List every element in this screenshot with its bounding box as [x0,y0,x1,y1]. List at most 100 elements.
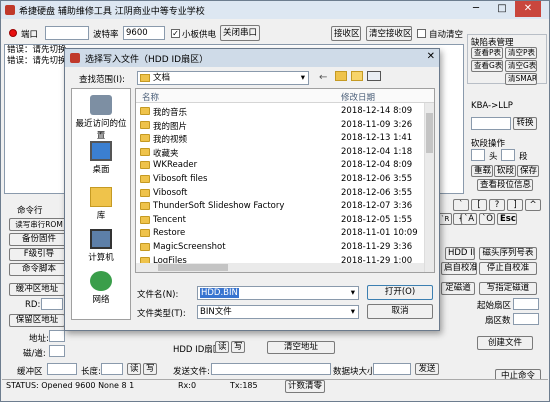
backup-firmware-button[interactable]: 备份固件 [9,233,69,246]
file-row[interactable]: 我的图片 2018-11-09 3:26 [136,119,426,133]
addr-input[interactable] [49,330,65,342]
key-close-bracket[interactable]: ] [507,199,523,211]
clear-p-table-button[interactable]: 清空P表 [505,47,537,59]
start-self-check-button[interactable]: 启自校准 [441,262,477,275]
place-desktop[interactable]: 桌面 [72,141,130,175]
place-library[interactable]: 库 [72,187,130,221]
filetype-select[interactable]: BIN文件 ▾ [197,305,359,319]
hdd-id-read-button[interactable]: 读 [215,341,229,353]
dialog-close-button[interactable]: ✕ [427,51,435,62]
rezero-button[interactable]: 重载 [471,165,493,177]
key-r[interactable]: `R [438,213,452,225]
recv-zone-button[interactable]: 接收区 [331,26,361,41]
places-bar: 最近访问的位置 桌面 库 计算机 网络 [71,88,131,320]
command-script-button[interactable]: 命令脚本 [9,263,69,276]
horizontal-scrollbar[interactable] [136,263,424,272]
file-row[interactable]: Vibosoft files 2018-12-06 3:55 [136,173,426,187]
folder-icon [140,147,150,156]
write-track-button[interactable]: 写指定磁道 [479,282,537,295]
buffer-addr-button[interactable]: 缓冲区地址 [9,283,65,296]
file-row[interactable]: WKReader 2018-12-04 8:09 [136,159,426,173]
hdd-id-write-button[interactable]: 写 [231,341,245,353]
file-row[interactable]: MagicScreenshot 2018-11-29 3:36 [136,241,426,255]
seg-input[interactable] [501,149,515,161]
set-track-button[interactable]: 定磁道 [441,282,475,295]
key-esc[interactable]: Esc [497,213,517,225]
maximize-button[interactable]: □ [489,1,515,17]
place-network[interactable]: 网络 [72,271,130,305]
file-row[interactable]: Tencent 2018-12-05 1:55 [136,214,426,228]
open-file-dialog: 选择写入文件（HDD ID扇区） ✕ 查找范围(I): 文档 ▾ ← 最近访问的… [64,48,440,331]
key-a[interactable]: `A [461,213,477,225]
view-seg-info-button[interactable]: 查看段位信息 [477,179,533,191]
close-button[interactable]: ✕ [515,1,541,17]
buffer-read-button[interactable]: 读 [127,363,141,375]
convert-button[interactable]: 转换 [513,117,537,130]
head-track-input[interactable] [49,345,65,357]
head-input[interactable] [471,149,485,161]
hdd-id-button[interactable]: HDD ID [445,247,475,260]
vertical-scrollbar[interactable] [424,103,434,272]
key-backtick[interactable]: ` [453,199,469,211]
buffer-write-button[interactable]: 写 [143,363,157,375]
col-date-header[interactable]: 修改日期 [341,91,375,103]
clear-recv-button[interactable]: 清空接收区 [366,26,412,41]
new-folder-icon[interactable] [351,71,363,81]
send-button[interactable]: 发送 [415,363,439,375]
key-caret[interactable]: ^ [525,199,541,211]
key-open-bracket[interactable]: [ [471,199,487,211]
clear-g-table-button[interactable]: 清空G表 [505,60,537,72]
place-computer[interactable]: 计算机 [72,229,130,263]
save-button[interactable]: 保存 [517,165,539,177]
clear-address-button[interactable]: 清空地址 [267,341,335,354]
title-bar: 希捷硬盘 辅助维修工具 江阴商业中等专业学校 ─ □ ✕ [1,1,549,19]
lba-input[interactable] [471,117,511,130]
lookin-select[interactable]: 文档 ▾ [137,71,309,85]
file-row[interactable]: 收藏夹 2018-12-04 1:18 [136,146,426,160]
rd-input[interactable] [41,298,63,310]
file-list[interactable]: 名称 修改日期 我的音乐 2018-12-14 8:09 我的图片 2018-11-… [135,88,435,273]
block-size-select[interactable] [373,363,411,375]
buffer-input[interactable] [47,363,77,375]
length-input[interactable] [101,363,123,375]
view-p-table-button[interactable]: 查看P表 [471,47,503,59]
file-row[interactable]: 我的音乐 2018-12-14 8:09 [136,105,426,119]
col-name-header[interactable]: 名称 [142,91,159,103]
keep-area-addr-button[interactable]: 保留区地址 [9,314,65,327]
open-button[interactable]: 打开(O) [367,285,433,300]
head-seq-table-button[interactable]: 磁头序列号表 [479,247,537,260]
sector-count-input[interactable] [513,313,539,325]
key-o[interactable]: `O [479,213,495,225]
view-g-table-button[interactable]: 查看G表 [471,60,503,72]
start-sector-input[interactable] [513,298,539,310]
f-guide-button[interactable]: F级引导 [9,248,69,261]
read-serial-rom-button[interactable]: 读写串行ROM [9,218,69,231]
soft-seg-button[interactable]: 砍段 [494,165,516,177]
file-row[interactable]: ThunderSoft Slideshow Factory 2018-12-07 … [136,200,426,214]
scroll-thumb[interactable] [426,113,433,153]
clear-smart-button[interactable]: 清SMART [505,73,537,85]
head-label: 头 [489,152,498,162]
up-folder-icon[interactable] [335,71,347,81]
close-port-button[interactable]: 关闭串口 [220,25,260,41]
cancel-button[interactable]: 取消 [367,304,433,319]
count-clear-button[interactable]: 计数清零 [285,380,325,393]
send-file-input[interactable] [211,363,331,375]
stop-self-check-button[interactable]: 停止自校准 [479,262,537,275]
filename-input[interactable]: HDD.BIN ▾ [197,286,359,300]
create-file-button[interactable]: 创建文件 [477,336,533,350]
chevron-down-icon: ▾ [300,73,305,83]
scroll-thumb[interactable] [158,264,228,271]
minimize-button[interactable]: ─ [463,1,489,17]
view-menu-icon[interactable] [367,71,381,81]
file-row[interactable]: 我的视频 2018-12-13 1:41 [136,132,426,146]
place-recent[interactable]: 最近访问的位置 [72,95,130,141]
auto-clear-checkbox[interactable] [417,29,426,38]
file-row[interactable]: Vibosoft 2018-12-06 3:55 [136,187,426,201]
file-row[interactable]: Restore 2018-11-01 10:09 [136,227,426,241]
back-icon[interactable]: ← [319,72,327,83]
key-question[interactable]: ? [489,199,505,211]
port-select[interactable] [45,26,89,40]
baud-select[interactable]: 9600 [123,26,165,40]
small-board-power-checkbox[interactable]: ✓ [171,29,180,38]
